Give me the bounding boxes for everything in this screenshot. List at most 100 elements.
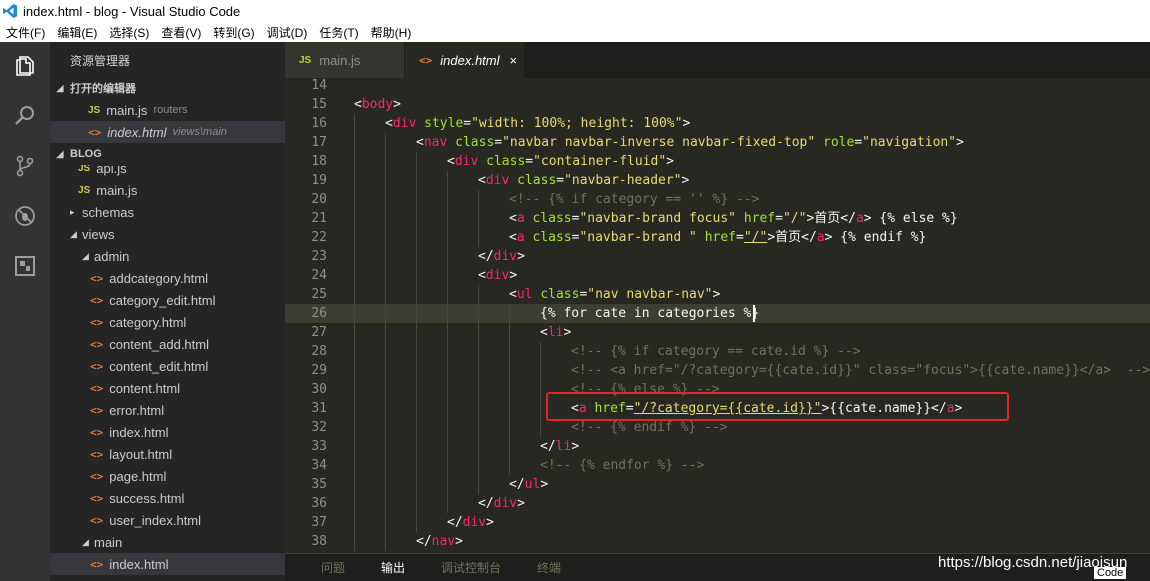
indent-guide bbox=[416, 285, 417, 304]
code-token: {% for cate in categories %} bbox=[540, 306, 760, 321]
indent-guide bbox=[416, 456, 417, 475]
tree-item-main-index-html[interactable]: <> index.html bbox=[50, 553, 285, 575]
tree-item-user-index-html[interactable]: <> user_index.html bbox=[50, 509, 285, 531]
code-line[interactable]: 23 </div> bbox=[285, 247, 1150, 266]
code-line[interactable]: 24 <div> bbox=[285, 266, 1150, 285]
code-line[interactable]: 25 <ul class="nav navbar-nav"> bbox=[285, 285, 1150, 304]
indent-guide bbox=[447, 228, 448, 247]
menu-debug[interactable]: 调试(D) bbox=[261, 24, 314, 41]
indent-guide bbox=[354, 133, 355, 152]
code-line[interactable]: 35 </ul> bbox=[285, 475, 1150, 494]
close-icon[interactable]: × bbox=[510, 53, 518, 68]
code-token: </ bbox=[801, 230, 817, 245]
code-line[interactable]: 37 </div> bbox=[285, 513, 1150, 532]
open-editor-main-js[interactable]: JS main.js routers bbox=[50, 99, 285, 121]
panel-tab-problems[interactable]: 问题 bbox=[321, 559, 345, 576]
code-line[interactable]: 18 <div class="container-fluid"> bbox=[285, 152, 1150, 171]
code-line[interactable]: 19 <div class="navbar-header"> bbox=[285, 171, 1150, 190]
indent-guide bbox=[385, 209, 386, 228]
menu-help[interactable]: 帮助(H) bbox=[365, 24, 418, 41]
indent-guide bbox=[478, 209, 479, 228]
debug-icon[interactable] bbox=[13, 204, 37, 228]
line-number: 36 bbox=[311, 496, 327, 511]
code-text: </li> bbox=[540, 437, 579, 456]
code-line[interactable]: 21 <a class="navbar-brand focus" href="/"… bbox=[285, 209, 1150, 228]
panel-tab-output[interactable]: 输出 bbox=[381, 559, 405, 576]
open-editor-index-html[interactable]: <> index.html views\main bbox=[50, 121, 285, 143]
indent-guide bbox=[478, 323, 479, 342]
code-line[interactable]: 16 <div style="width: 100%; height: 100%"… bbox=[285, 114, 1150, 133]
code-line[interactable]: 38 </nav> bbox=[285, 532, 1150, 551]
extensions-icon[interactable] bbox=[13, 254, 37, 278]
code-line[interactable]: 36 </div> bbox=[285, 494, 1150, 513]
highlight-box bbox=[546, 392, 1009, 421]
tree-item-category-html[interactable]: <> category.html bbox=[50, 311, 285, 333]
indent-guide bbox=[540, 380, 541, 399]
code-line[interactable]: 17 <nav class="navbar navbar-inverse navb… bbox=[285, 133, 1150, 152]
tree-item-error-html[interactable]: <> error.html bbox=[50, 399, 285, 421]
code-token: class bbox=[532, 211, 572, 226]
tree-folder-schemas[interactable]: ▸ schemas bbox=[50, 201, 285, 223]
files-icon[interactable] bbox=[13, 54, 37, 78]
menu-go[interactable]: 转到(G) bbox=[207, 24, 260, 41]
code-token: div bbox=[462, 515, 487, 530]
tree-item-layout-html[interactable]: <> layout.html bbox=[50, 443, 285, 465]
code-line[interactable]: 33 </li> bbox=[285, 437, 1150, 456]
indent-guide bbox=[540, 342, 541, 361]
menu-file[interactable]: 文件(F) bbox=[0, 24, 51, 41]
code-line[interactable]: 15 <body> bbox=[285, 95, 1150, 114]
code-line[interactable]: 29 <!-- <a href="/?category={{cate.id}}" … bbox=[285, 361, 1150, 380]
project-blog-header[interactable]: ◢ BLOG bbox=[50, 143, 285, 165]
indent-guide bbox=[509, 456, 510, 475]
code-line[interactable]: 22 <a class="navbar-brand " href="/">首页</… bbox=[285, 228, 1150, 247]
code-token: > bbox=[863, 211, 872, 226]
source-control-icon[interactable] bbox=[13, 154, 37, 178]
code-token: = bbox=[556, 173, 565, 188]
code-token: < bbox=[509, 287, 517, 302]
code-line[interactable]: 20 <!-- {% if category == '' %} --> bbox=[285, 190, 1150, 209]
html-file-icon: <> bbox=[90, 513, 104, 527]
panel-tab-terminal[interactable]: 终端 bbox=[537, 559, 561, 576]
menu-edit[interactable]: 编辑(E) bbox=[51, 24, 103, 41]
tree-item-content-edit-html[interactable]: <> content_edit.html bbox=[50, 355, 285, 377]
tab-index-html[interactable]: <> index.html × bbox=[405, 42, 525, 78]
open-editors-header[interactable]: ◢ 打开的编辑器 bbox=[50, 77, 285, 99]
code-line[interactable]: 28 <!-- {% if category == cate.id %} --> bbox=[285, 342, 1150, 361]
code-line[interactable]: 26 {% for cate in categories %} bbox=[285, 304, 1150, 323]
tree-item-category-edit-html[interactable]: <> category_edit.html bbox=[50, 289, 285, 311]
line-number: 24 bbox=[311, 268, 327, 283]
tree-item-main-js[interactable]: JS main.js bbox=[50, 179, 285, 201]
code-token: </ bbox=[509, 477, 525, 492]
tab-main-js[interactable]: JS main.js bbox=[285, 42, 405, 78]
tree-item-addcategory-html[interactable]: <> addcategory.html bbox=[50, 267, 285, 289]
search-icon[interactable] bbox=[13, 104, 37, 128]
tree-folder-admin[interactable]: ◢ admin bbox=[50, 245, 285, 267]
tree-item-content-html[interactable]: <> content.html bbox=[50, 377, 285, 399]
tree-folder-views[interactable]: ◢ views bbox=[50, 223, 285, 245]
indent-guide bbox=[354, 323, 355, 342]
tree-item-page-html[interactable]: <> page.html bbox=[50, 465, 285, 487]
tree-item-content-add-html[interactable]: <> content_add.html bbox=[50, 333, 285, 355]
code-token: {% else %} bbox=[871, 211, 958, 226]
panel-tab-debug-console[interactable]: 调试控制台 bbox=[441, 559, 501, 576]
code-token: class bbox=[517, 173, 557, 188]
title-bar: index.html - blog - Visual Studio Code bbox=[0, 0, 1150, 22]
indent-guide bbox=[354, 380, 355, 399]
code-line[interactable]: 34 <!-- {% endfor %} --> bbox=[285, 456, 1150, 475]
code-token: </ bbox=[447, 515, 463, 530]
code-editor[interactable]: 14 15 <body> 16 <div style="width: 100%; hei… bbox=[285, 78, 1150, 553]
code-line[interactable]: 27 <li> bbox=[285, 323, 1150, 342]
menu-tasks[interactable]: 任务(T) bbox=[313, 24, 364, 41]
menu-selection[interactable]: 选择(S) bbox=[103, 24, 155, 41]
tree-item-api-js[interactable]: JS api.js bbox=[50, 165, 285, 179]
tree-item-index-html[interactable]: <> index.html bbox=[50, 421, 285, 443]
indent-guide bbox=[385, 133, 386, 152]
indent-guide bbox=[447, 209, 448, 228]
js-file-icon: JS bbox=[88, 104, 101, 116]
code-line[interactable]: 14 bbox=[285, 78, 1150, 95]
menu-view[interactable]: 查看(V) bbox=[155, 24, 207, 41]
tree-item-success-html[interactable]: <> success.html bbox=[50, 487, 285, 509]
indent-guide bbox=[478, 380, 479, 399]
tree-folder-main[interactable]: ◢ main bbox=[50, 531, 285, 553]
